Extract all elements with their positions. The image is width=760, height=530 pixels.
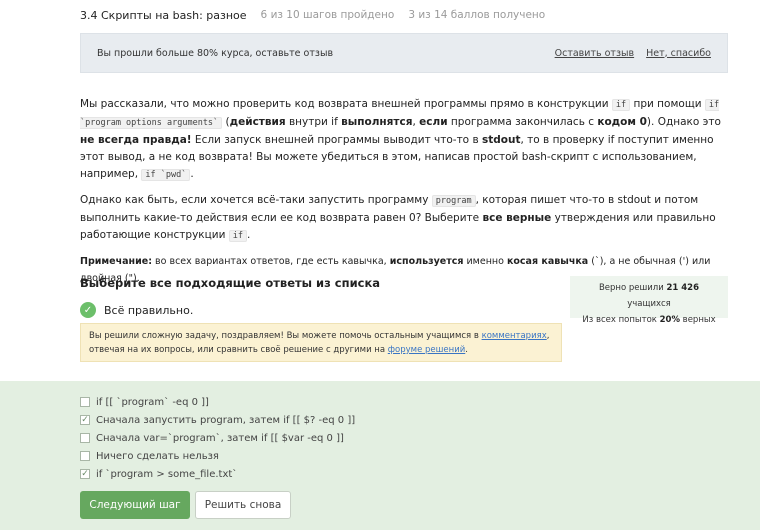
text: программа закончилась с <box>447 116 598 128</box>
leave-review-link[interactable]: Оставить отзыв <box>555 48 634 59</box>
bold-text: используется <box>389 256 464 267</box>
answer-option-label: Сначала var=`program`, затем if [[ $var … <box>96 432 344 444</box>
text: . <box>247 229 251 241</box>
text: Однако как быть, если хочется всё-таки з… <box>80 194 432 206</box>
answer-option[interactable]: ✓ Сначала запустить program, затем if [[… <box>80 411 355 429</box>
answer-option[interactable]: Сначала var=`program`, затем if [[ $var … <box>80 429 355 447</box>
answer-option[interactable]: Ничего сделать нельзя <box>80 447 355 465</box>
answer-option-label: Сначала запустить program, затем if [[ $… <box>96 414 356 426</box>
text: Из всех попыток <box>582 315 660 325</box>
checkbox[interactable] <box>80 397 90 407</box>
solutions-forum-link[interactable]: форуме решений <box>388 345 465 355</box>
answer-option-label: if `program > some_file.txt` <box>96 468 238 480</box>
bold-text: кодом 0 <box>597 116 647 128</box>
bold-text: stdout <box>481 134 521 146</box>
text: Вы решили сложную задачу, поздравляем! В… <box>89 331 482 341</box>
success-percent: 20% <box>659 315 680 325</box>
correct-status-text: Всё правильно. <box>104 303 194 317</box>
solve-stats: Верно решили 21 426 учащихся Из всех поп… <box>570 276 728 325</box>
answer-option[interactable]: if [[ `program` -eq 0 ]] <box>80 393 355 411</box>
checkbox[interactable] <box>80 433 90 443</box>
checkbox[interactable]: ✓ <box>80 415 90 425</box>
inline-code: program <box>431 195 476 207</box>
check-circle-icon: ✓ <box>80 302 96 318</box>
text: ). Однако это <box>646 116 721 128</box>
review-banner: Вы прошли больше 80% курса, оставьте отз… <box>80 33 728 73</box>
text: Мы рассказали, что можно проверить код в… <box>80 98 612 110</box>
bold-text: если <box>419 116 448 128</box>
inline-code: if <box>228 230 248 242</box>
bold-text: действия <box>229 116 286 128</box>
steps-progress: 6 из 10 шагов пройдено <box>260 9 395 21</box>
text: внутри if <box>285 116 342 128</box>
bold-text: все верные <box>482 212 552 224</box>
solve-again-button[interactable]: Решить снова <box>195 491 291 519</box>
next-step-button[interactable]: Следующий шаг <box>80 491 190 519</box>
paragraph-1: Мы рассказали, что можно проверить код в… <box>80 96 728 184</box>
text: Верно решили <box>598 283 667 293</box>
text: учащихся <box>627 299 671 309</box>
answer-option[interactable]: ✓ if `program > some_file.txt` <box>80 465 355 483</box>
no-thanks-link[interactable]: Нет, спасибо <box>646 48 711 59</box>
answer-option-label: Ничего сделать нельзя <box>96 450 219 462</box>
text: верных <box>679 315 716 325</box>
note-label: Примечание: <box>80 256 153 267</box>
bold-text: косая кавычка <box>506 256 589 267</box>
bold-text: выполнятся <box>341 116 413 128</box>
text: Если запуск внешней программы выводит чт… <box>191 134 482 146</box>
score-progress: 3 из 14 баллов получено <box>408 9 546 21</box>
lesson-title: 3.4 Скрипты на bash: разное <box>80 8 247 22</box>
bold-text: не всегда правда! <box>80 134 192 146</box>
text: ( <box>222 116 230 128</box>
answer-option-label: if [[ `program` -eq 0 ]] <box>96 396 209 408</box>
answer-options: if [[ `program` -eq 0 ]] ✓ Сначала запус… <box>80 393 355 483</box>
text: при помощи <box>630 98 705 110</box>
comments-link[interactable]: комментариях <box>482 331 547 341</box>
congrats-message: Вы решили сложную задачу, поздравляем! В… <box>80 323 562 362</box>
solvers-count: 21 426 <box>666 283 700 293</box>
lesson-header: 3.4 Скрипты на bash: разное 6 из 10 шаго… <box>0 0 760 30</box>
text: . <box>190 168 194 180</box>
review-banner-text: Вы прошли больше 80% курса, оставьте отз… <box>97 47 334 59</box>
text: во всех вариантах ответов, где есть кавы… <box>152 256 390 267</box>
inline-code: if `pwd` <box>141 169 191 181</box>
correct-status: ✓ Всё правильно. <box>80 302 193 318</box>
text: . <box>465 345 468 355</box>
quiz-title: Выберите все подходящие ответы из списка <box>80 276 381 290</box>
paragraph-2: Однако как быть, если хочется всё-таки з… <box>80 192 728 245</box>
text: именно <box>463 256 507 267</box>
stats-attempts: Из всех попыток 20% верных <box>580 312 718 328</box>
stats-solvers: Верно решили 21 426 учащихся <box>580 280 718 312</box>
inline-code: if <box>611 99 631 111</box>
checkbox[interactable] <box>80 451 90 461</box>
checkbox[interactable]: ✓ <box>80 469 90 479</box>
step-content: Мы рассказали, что можно проверить код в… <box>80 96 728 295</box>
